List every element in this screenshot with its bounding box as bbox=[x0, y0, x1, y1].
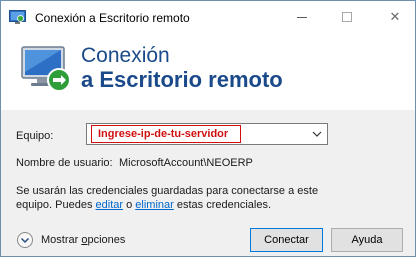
remote-desktop-small-icon bbox=[9, 10, 26, 24]
minimize-icon bbox=[297, 16, 307, 18]
delete-credentials-link[interactable]: eliminar bbox=[135, 199, 174, 211]
help-button[interactable]: Ayuda bbox=[331, 228, 403, 252]
close-button[interactable]: ✕ bbox=[385, 7, 405, 27]
show-options-link[interactable]: Mostrar opciones bbox=[41, 234, 125, 246]
title-bar[interactable]: Conexión a Escritorio remoto ✕ bbox=[1, 1, 415, 34]
banner-title-line2: a Escritorio remoto bbox=[81, 67, 283, 92]
header-banner: Conexión a Escritorio remoto bbox=[1, 34, 415, 110]
chevron-down-icon[interactable] bbox=[311, 127, 323, 141]
dialog-body: Equipo: Ingrese-ip-de-tu-servidor Nombre… bbox=[1, 110, 415, 256]
window-title: Conexión a Escritorio remoto bbox=[35, 11, 190, 25]
close-icon: ✕ bbox=[389, 9, 401, 24]
info-text-suffix: estas credenciales. bbox=[173, 199, 272, 211]
computer-label: Equipo: bbox=[16, 130, 54, 142]
remote-desktop-icon bbox=[21, 46, 71, 92]
maximize-icon bbox=[342, 12, 352, 22]
computer-combobox[interactable]: Ingrese-ip-de-tu-servidor bbox=[86, 123, 328, 145]
rdp-window: Conexión a Escritorio remoto ✕ Conexión … bbox=[0, 0, 416, 257]
username-label: Nombre de usuario: bbox=[16, 157, 113, 169]
credentials-info: Se usarán las credenciales guardadas par… bbox=[16, 184, 346, 212]
edit-credentials-link[interactable]: editar bbox=[96, 199, 124, 211]
maximize-button[interactable] bbox=[337, 7, 357, 27]
username-value: MicrosoftAccount\NEOERP bbox=[119, 157, 253, 169]
computer-input-value[interactable]: Ingrese-ip-de-tu-servidor bbox=[98, 128, 228, 140]
connect-button[interactable]: Conectar bbox=[250, 228, 323, 252]
info-text-middle: o bbox=[123, 199, 136, 211]
expand-options-icon[interactable] bbox=[16, 231, 34, 249]
minimize-button[interactable] bbox=[292, 7, 312, 27]
banner-title-line1: Conexión bbox=[81, 44, 170, 67]
